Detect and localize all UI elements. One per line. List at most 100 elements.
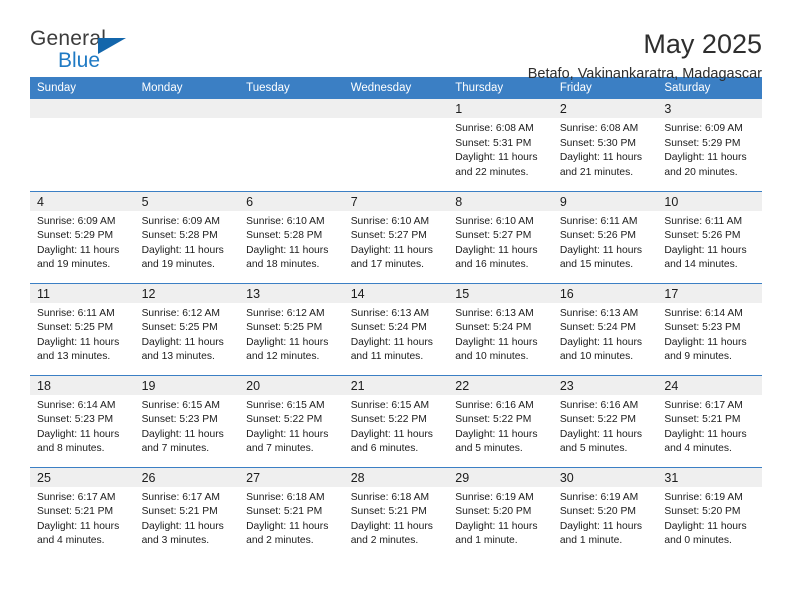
sunrise-text: Sunrise: 6:19 AM xyxy=(559,491,639,503)
calendar-week-row: 25 Sunrise: 6:17 AM Sunset: 5:21 PM Dayligh… xyxy=(30,466,762,559)
day-details: Sunrise: 6:19 AM Sunset: 5:20 PM Daylight:… xyxy=(553,487,658,549)
calendar-day-cell[interactable]: 14 Sunrise: 6:13 AM Sunset: 5:24 PM Dayligh… xyxy=(343,282,449,375)
calendar-page: General Blue May 2025 Betafo, Vakinankar… xyxy=(0,0,792,612)
calendar-day-cell[interactable]: 20 Sunrise: 6:15 AM Sunset: 5:22 PM Dayligh… xyxy=(239,374,344,467)
triangle-icon xyxy=(98,38,126,54)
day-number xyxy=(134,99,240,118)
calendar-day-cell[interactable]: 29 Sunrise: 6:19 AM Sunset: 5:20 PM Dayligh… xyxy=(448,466,553,559)
day-number: 23 xyxy=(552,375,658,395)
daylight-text: and 3 minutes. xyxy=(141,535,210,547)
calendar-day-cell[interactable]: 11 Sunrise: 6:11 AM Sunset: 5:25 PM Dayligh… xyxy=(30,282,135,375)
calendar-day-cell[interactable]: 18 Sunrise: 6:14 AM Sunset: 5:23 PM Dayligh… xyxy=(30,374,135,467)
sunset-text: Sunset: 5:26 PM xyxy=(664,230,741,242)
day-number: 14 xyxy=(343,283,449,303)
sunset-text: Sunset: 5:27 PM xyxy=(455,230,532,242)
daylight-text: and 19 minutes. xyxy=(141,259,215,271)
daylight-text: and 14 minutes. xyxy=(664,259,738,271)
sunrise-text: Sunrise: 6:13 AM xyxy=(559,307,639,319)
daylight-text: and 16 minutes. xyxy=(455,259,529,271)
sunset-text: Sunset: 5:23 PM xyxy=(37,414,114,426)
sunset-text: Sunset: 5:29 PM xyxy=(664,137,741,149)
daylight-text: Daylight: 11 hours xyxy=(350,520,433,532)
day-details: Sunrise: 6:08 AM Sunset: 5:30 PM Daylight:… xyxy=(553,118,658,180)
sunrise-sunset-calendar: Sunday Monday Tuesday Wednesday Thursday… xyxy=(30,77,762,559)
calendar-day-cell[interactable]: 16 Sunrise: 6:13 AM Sunset: 5:24 PM Dayligh… xyxy=(552,282,658,375)
daylight-text: Daylight: 11 hours xyxy=(37,428,120,440)
sunrise-text: Sunrise: 6:17 AM xyxy=(37,491,116,503)
calendar-day-cell[interactable]: 25 Sunrise: 6:17 AM Sunset: 5:21 PM Dayligh… xyxy=(30,466,135,559)
day-number: 19 xyxy=(134,375,240,395)
daylight-text: and 21 minutes. xyxy=(559,166,634,178)
general-blue-logo[interactable]: General Blue xyxy=(30,28,150,76)
sunset-text: Sunset: 5:30 PM xyxy=(559,137,636,149)
day-details: Sunrise: 6:14 AM Sunset: 5:23 PM Daylight:… xyxy=(30,395,135,457)
daylight-text: Daylight: 11 hours xyxy=(141,336,224,348)
page-header: General Blue May 2025 Betafo, Vakinankar… xyxy=(30,0,762,82)
calendar-day-cell[interactable]: 24 Sunrise: 6:17 AM Sunset: 5:21 PM Dayligh… xyxy=(657,374,762,467)
sunset-text: Sunset: 5:31 PM xyxy=(455,137,532,149)
sunset-text: Sunset: 5:21 PM xyxy=(664,414,741,426)
day-details: Sunrise: 6:17 AM Sunset: 5:21 PM Daylight:… xyxy=(135,487,240,549)
day-details: Sunrise: 6:11 AM Sunset: 5:25 PM Daylight:… xyxy=(30,303,135,365)
day-number: 25 xyxy=(30,467,135,487)
calendar-day-cell[interactable]: 12 Sunrise: 6:12 AM Sunset: 5:25 PM Dayligh… xyxy=(134,282,240,375)
calendar-day-cell[interactable]: 7 Sunrise: 6:10 AM Sunset: 5:27 PM Daylight… xyxy=(343,190,449,283)
day-number: 3 xyxy=(657,99,762,118)
day-details: Sunrise: 6:08 AM Sunset: 5:31 PM Daylight:… xyxy=(448,118,553,180)
sunset-text: Sunset: 5:28 PM xyxy=(141,230,218,242)
calendar-day-cell[interactable]: 30 Sunrise: 6:19 AM Sunset: 5:20 PM Dayligh… xyxy=(552,466,658,559)
sunset-text: Sunset: 5:24 PM xyxy=(559,322,636,334)
calendar-day-cell[interactable]: 6 Sunrise: 6:10 AM Sunset: 5:28 PM Daylight… xyxy=(239,190,344,283)
daylight-text: and 7 minutes. xyxy=(246,443,314,455)
calendar-day-cell[interactable]: 3 Sunrise: 6:09 AM Sunset: 5:29 PM Daylight… xyxy=(657,99,762,191)
calendar-day-cell[interactable]: 15 Sunrise: 6:13 AM Sunset: 5:24 PM Dayligh… xyxy=(448,282,553,375)
calendar-day-cell[interactable]: 4 Sunrise: 6:09 AM Sunset: 5:29 PM Daylight… xyxy=(30,190,135,283)
title-block: May 2025 Betafo, Vakinankaratra, Madagas… xyxy=(528,28,762,83)
calendar-week-row: 11 Sunrise: 6:11 AM Sunset: 5:25 PM Dayligh… xyxy=(30,282,762,375)
day-details: Sunrise: 6:18 AM Sunset: 5:21 PM Daylight:… xyxy=(239,487,344,549)
day-number: 21 xyxy=(343,375,449,395)
sunset-text: Sunset: 5:20 PM xyxy=(664,506,741,518)
sunrise-text: Sunrise: 6:10 AM xyxy=(246,215,325,227)
calendar-day-cell[interactable]: 9 Sunrise: 6:11 AM Sunset: 5:26 PM Daylight… xyxy=(552,190,658,283)
sunrise-text: Sunrise: 6:16 AM xyxy=(559,399,639,411)
calendar-day-cell[interactable]: 23 Sunrise: 6:16 AM Sunset: 5:22 PM Dayligh… xyxy=(552,374,658,467)
calendar-day-cell[interactable]: 21 Sunrise: 6:15 AM Sunset: 5:22 PM Dayligh… xyxy=(343,374,449,467)
day-details: Sunrise: 6:13 AM Sunset: 5:24 PM Daylight:… xyxy=(448,303,553,365)
daylight-text: Daylight: 11 hours xyxy=(246,244,329,256)
calendar-day-cell[interactable]: 13 Sunrise: 6:12 AM Sunset: 5:25 PM Dayligh… xyxy=(239,282,344,375)
day-number: 27 xyxy=(239,467,344,487)
calendar-day-cell[interactable]: 2 Sunrise: 6:08 AM Sunset: 5:30 PM Daylight… xyxy=(552,99,658,191)
daylight-text: and 19 minutes. xyxy=(37,259,111,271)
daylight-text: Daylight: 11 hours xyxy=(455,428,538,440)
calendar-day-cell[interactable]: 28 Sunrise: 6:18 AM Sunset: 5:21 PM Dayligh… xyxy=(343,466,449,559)
calendar-week-row: 1 Sunrise: 6:08 AM Sunset: 5:31 PM Daylight… xyxy=(30,99,762,191)
calendar-day-cell[interactable]: 27 Sunrise: 6:18 AM Sunset: 5:21 PM Dayligh… xyxy=(239,466,344,559)
calendar-day-cell[interactable]: 5 Sunrise: 6:09 AM Sunset: 5:28 PM Daylight… xyxy=(134,190,240,283)
sunrise-text: Sunrise: 6:09 AM xyxy=(664,123,743,134)
calendar-cell-empty xyxy=(30,99,135,191)
daylight-text: and 10 minutes. xyxy=(559,351,634,363)
calendar-day-cell[interactable]: 19 Sunrise: 6:15 AM Sunset: 5:23 PM Dayligh… xyxy=(134,374,240,467)
calendar-day-cell[interactable]: 17 Sunrise: 6:14 AM Sunset: 5:23 PM Dayligh… xyxy=(657,282,762,375)
daylight-text: Daylight: 11 hours xyxy=(455,244,538,256)
calendar-day-cell[interactable]: 26 Sunrise: 6:17 AM Sunset: 5:21 PM Dayligh… xyxy=(134,466,240,559)
calendar-day-cell[interactable]: 8 Sunrise: 6:10 AM Sunset: 5:27 PM Daylight… xyxy=(448,190,553,283)
daylight-text: and 4 minutes. xyxy=(664,443,732,455)
calendar-cell-empty xyxy=(134,99,240,191)
day-details: Sunrise: 6:10 AM Sunset: 5:27 PM Daylight:… xyxy=(344,211,449,273)
sunrise-text: Sunrise: 6:10 AM xyxy=(350,215,430,227)
day-details: Sunrise: 6:15 AM Sunset: 5:22 PM Daylight:… xyxy=(344,395,449,457)
day-number: 28 xyxy=(343,467,449,487)
day-number: 16 xyxy=(552,283,658,303)
calendar-day-cell[interactable]: 31 Sunrise: 6:19 AM Sunset: 5:20 PM Dayligh… xyxy=(657,466,762,559)
calendar-day-cell[interactable]: 10 Sunrise: 6:11 AM Sunset: 5:26 PM Dayligh… xyxy=(657,190,762,283)
calendar-day-cell[interactable]: 22 Sunrise: 6:16 AM Sunset: 5:22 PM Dayligh… xyxy=(448,374,553,467)
sunrise-text: Sunrise: 6:14 AM xyxy=(37,399,116,411)
calendar-day-cell[interactable]: 1 Sunrise: 6:08 AM Sunset: 5:31 PM Daylight… xyxy=(448,99,553,191)
daylight-text: Daylight: 11 hours xyxy=(141,520,224,532)
day-number: 30 xyxy=(552,467,658,487)
weekday-header-sunday: Sunday xyxy=(30,77,135,99)
day-details: Sunrise: 6:13 AM Sunset: 5:24 PM Daylight:… xyxy=(553,303,658,365)
daylight-text: Daylight: 11 hours xyxy=(350,428,433,440)
